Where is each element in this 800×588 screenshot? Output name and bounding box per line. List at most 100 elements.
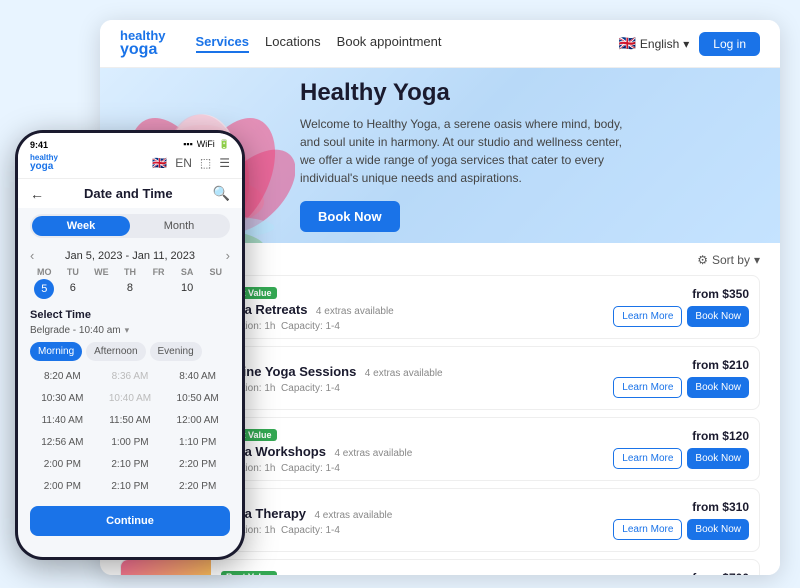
week-month-tabs: Week Month [30,214,230,238]
phone-device: 9:41 ▪▪▪ WiFi 🔋 healthy yoga 🇬🇧 EN ⬚ ☰ [15,130,245,560]
time-slot[interactable]: 8:40 AM [165,367,230,386]
sort-button[interactable]: ⚙ Sort by ▾ [697,253,760,267]
card-price: from $120 [692,429,749,443]
phone-status-bar: 9:41 ▪▪▪ WiFi 🔋 [18,133,242,154]
phone-shell: 9:41 ▪▪▪ WiFi 🔋 healthy yoga 🇬🇧 EN ⬚ ☰ [15,130,245,560]
phone-logo-yoga: yoga [30,162,58,172]
cal-day-9[interactable] [144,279,173,299]
phone-header: ← Date and Time 🔍 [18,179,242,208]
learn-more-button[interactable]: Learn More [613,448,682,469]
phone-app-logo: healthy yoga [30,154,58,172]
phone-back-button[interactable]: ← [30,186,44,202]
time-slot[interactable]: 8:20 AM [30,367,95,386]
card-body: Best Value Yoga Workshops 4 extras avail… [211,419,603,480]
card-title-row: Yoga Workshops 4 extras available [221,443,593,461]
card-price: from $350 [692,287,749,301]
navigation: healthy yoga Services Locations Book app… [100,20,780,68]
phone-search-icon[interactable]: 🔍 [213,185,230,202]
phone-screen: 9:41 ▪▪▪ WiFi 🔋 healthy yoga 🇬🇧 EN ⬚ ☰ [18,133,242,557]
learn-more-button[interactable]: Learn More [613,519,682,540]
card-price: from $310 [692,500,749,514]
sort-icon: ⚙ [697,253,708,267]
card-title-row: Yoga Retreats 4 extras available [221,301,593,319]
time-slot[interactable]: 12:56 AM [30,433,95,452]
timezone-chevron-icon[interactable]: ▾ [125,325,130,336]
card-actions: from $120 Learn More Book Now [603,421,759,477]
time-slot[interactable]: 2:20 PM [165,455,230,474]
language-selector[interactable]: 🇬🇧 English ▾ [618,35,689,52]
morning-tab[interactable]: Morning [30,342,82,361]
time-slot[interactable]: 2:00 PM [30,477,95,496]
select-time-label: Select Time [30,309,230,321]
nav-services[interactable]: Services [196,34,250,53]
phone-logo-row: healthy yoga 🇬🇧 EN ⬚ ☰ [18,154,242,179]
time-slot[interactable]: 1:10 PM [165,433,230,452]
time-slot[interactable]: 2:10 PM [98,455,163,474]
sort-chevron-icon: ▾ [754,253,760,267]
time-slot[interactable]: 11:50 AM [98,411,163,430]
wifi-icon: WiFi [197,139,215,150]
phone-screen-title: Date and Time [84,186,173,201]
learn-more-button[interactable]: Learn More [613,306,682,327]
evening-tab[interactable]: Evening [150,342,202,361]
cal-day-6[interactable]: 6 [59,279,88,299]
time-slot[interactable]: 11:40 AM [30,411,95,430]
phone-nav-icons: 🇬🇧 EN ⬚ ☰ [152,156,230,170]
continue-button[interactable]: Continue [30,506,230,536]
flag-icon: 🇬🇧 [618,35,635,52]
nav-book-appointment[interactable]: Book appointment [337,34,442,53]
time-slot[interactable]: 8:36 AM [98,367,163,386]
book-now-button[interactable]: Book Now [687,306,749,327]
card-extras: 4 extras available [314,510,392,521]
cal-day-5[interactable]: 5 [34,279,54,299]
book-now-button[interactable]: Book Now [687,519,749,540]
lang-label: English [640,37,679,51]
week-tab[interactable]: Week [32,216,130,236]
time-slot[interactable]: 1:00 PM [98,433,163,452]
phone-lang-label: EN [175,156,192,170]
month-tab[interactable]: Month [130,216,228,236]
time-slot[interactable]: 10:30 AM [30,389,95,408]
phone-time: 9:41 [30,140,48,150]
site-logo: healthy yoga [120,29,166,58]
card-body: Best Value Yoga Retreats 4 extras availa… [211,277,603,338]
cal-day-8[interactable]: 8 [116,279,145,299]
cal-next-button[interactable]: › [226,248,230,263]
card-extras: 4 extras available [365,368,443,379]
select-time-section: Select Time Belgrade - 10:40 am ▾ Mornin… [18,305,242,500]
time-slot[interactable]: 2:20 PM [165,477,230,496]
login-button[interactable]: Log in [699,32,760,56]
card-body: Yoga Therapy 4 extras available Duration… [211,499,603,542]
card-meta: Duration: 1h Capacity: 1-4 [221,463,593,474]
time-slot[interactable]: 10:50 AM [165,389,230,408]
card-title-row: Online Yoga Sessions 4 extras available [221,363,593,381]
card-buttons: Learn More Book Now [613,519,749,540]
card-actions: from $700 Learn More Book Now [603,563,759,575]
afternoon-tab[interactable]: Afternoon [86,342,145,361]
hero-book-button[interactable]: Book Now [300,201,400,232]
learn-more-button[interactable]: Learn More [613,377,682,398]
time-slot[interactable]: 2:10 PM [98,477,163,496]
battery-icon: 🔋 [219,139,230,150]
logo-yoga: yoga [120,42,166,58]
card-extras: 4 extras available [334,448,412,459]
card-extras: 4 extras available [316,306,394,317]
cal-prev-button[interactable]: ‹ [30,248,34,263]
time-slots-grid: 8:20 AM8:36 AM8:40 AM 10:30 AM10:40 AM10:… [30,367,230,496]
time-slot[interactable]: 12:00 AM [165,411,230,430]
chevron-down-icon: ▾ [683,37,689,51]
phone-menu-icon[interactable]: ☰ [219,156,230,170]
card-meta: Duration: 1h Capacity: 1-4 [221,525,593,536]
book-now-button[interactable]: Book Now [687,448,749,469]
card-price: from $210 [692,358,749,372]
nav-locations[interactable]: Locations [265,34,321,53]
card-meta: Duration: 1h Capacity: 1-4 [221,321,593,332]
cal-day-11[interactable] [201,279,230,299]
cal-day-7[interactable] [87,279,116,299]
card-buttons: Learn More Book Now [613,448,749,469]
book-now-button[interactable]: Book Now [687,377,749,398]
phone-login-icon[interactable]: ⬚ [200,156,211,170]
time-slot[interactable]: 2:00 PM [30,455,95,474]
cal-day-10[interactable]: 10 [173,279,202,299]
time-slot[interactable]: 10:40 AM [98,389,163,408]
